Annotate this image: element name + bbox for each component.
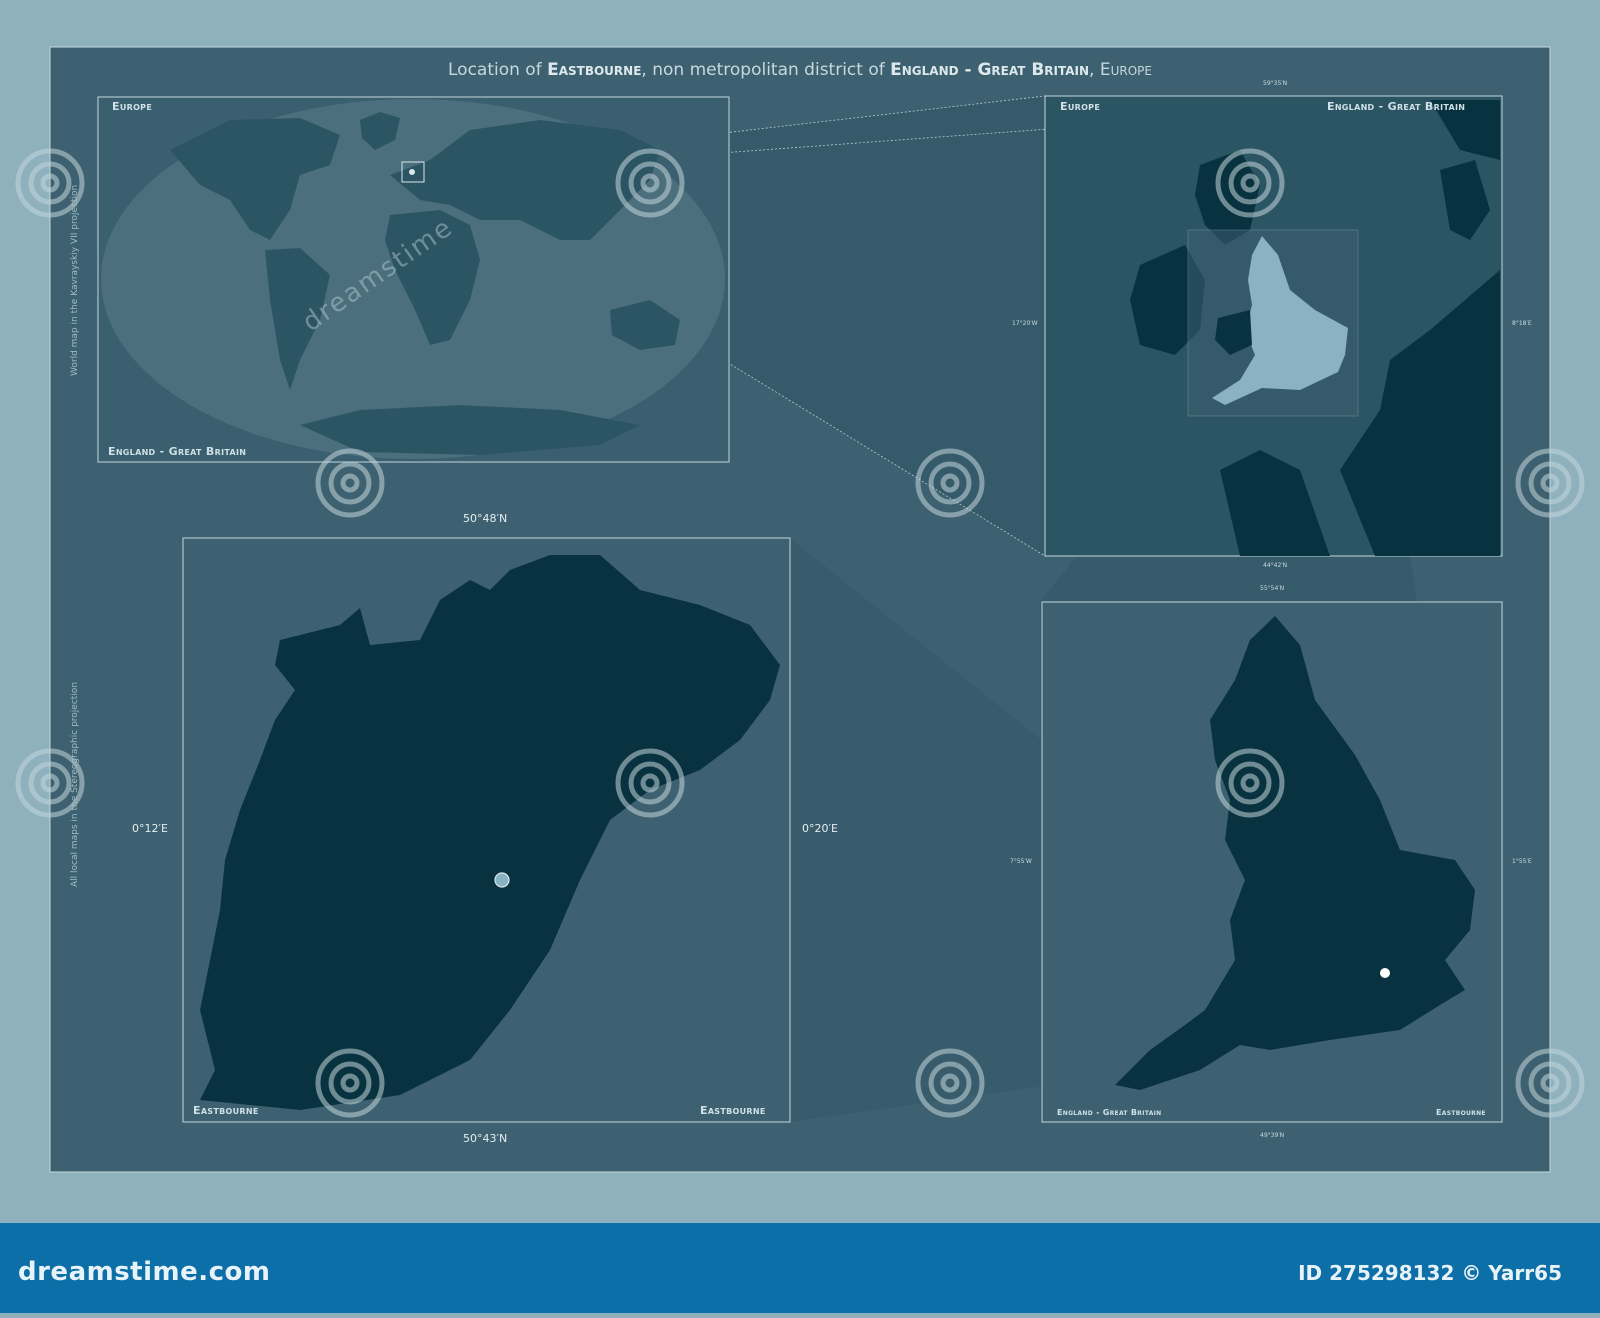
england-label-right: Eastbourne xyxy=(1436,1108,1486,1117)
europe-lon-left: 17°20′W xyxy=(1012,320,1038,327)
district-lon-left: 0°12′E xyxy=(132,822,168,835)
world-label-bottom: England - Great Britain xyxy=(108,445,247,458)
europe-label-left: Europe xyxy=(1060,100,1101,113)
footer-bar: dreamstime.com ID 275298132 © Yarr65 xyxy=(0,1223,1600,1313)
district-lon-right: 0°20′E xyxy=(802,822,838,835)
footer-id: ID 275298132 © Yarr65 xyxy=(1298,1261,1562,1285)
side-note-world: World map in the Kavrayskiy VII projecti… xyxy=(70,184,80,376)
side-note-local: All local maps in the Stereographic proj… xyxy=(70,681,80,887)
district-label-right: Eastbourne xyxy=(700,1104,766,1117)
page-title: Location of Eastbourne, non metropolitan… xyxy=(448,60,1152,80)
map-canvas: Location of Eastbourne, non metropolitan… xyxy=(0,0,1600,1313)
district-lat-top: 50°48′N xyxy=(463,512,508,525)
europe-lon-right: 8°18′E xyxy=(1512,320,1532,327)
europe-lat-top: 59°35′N xyxy=(1263,80,1288,87)
world-label-top: Europe xyxy=(112,100,153,113)
world-locator-dot xyxy=(409,169,415,175)
district-lat-bottom: 50°43′N xyxy=(463,1132,508,1145)
district-eastbourne-dot xyxy=(494,872,510,888)
europe-label-right: England - Great Britain xyxy=(1327,100,1466,113)
england-eastbourne-dot xyxy=(1380,968,1390,978)
district-label-left: Eastbourne xyxy=(193,1104,259,1117)
europe-lat-bottom: 44°42′N xyxy=(1263,562,1288,569)
england-lat-bottom: 49°39′N xyxy=(1260,1132,1285,1139)
england-lat-top: 55°54′N xyxy=(1260,585,1285,592)
england-lon-left: 7°55′W xyxy=(1010,858,1032,865)
england-lon-right: 1°55′E xyxy=(1512,858,1532,865)
england-label-left: England - Great Britain xyxy=(1057,1108,1162,1117)
footer-site[interactable]: dreamstime.com xyxy=(18,1257,271,1287)
